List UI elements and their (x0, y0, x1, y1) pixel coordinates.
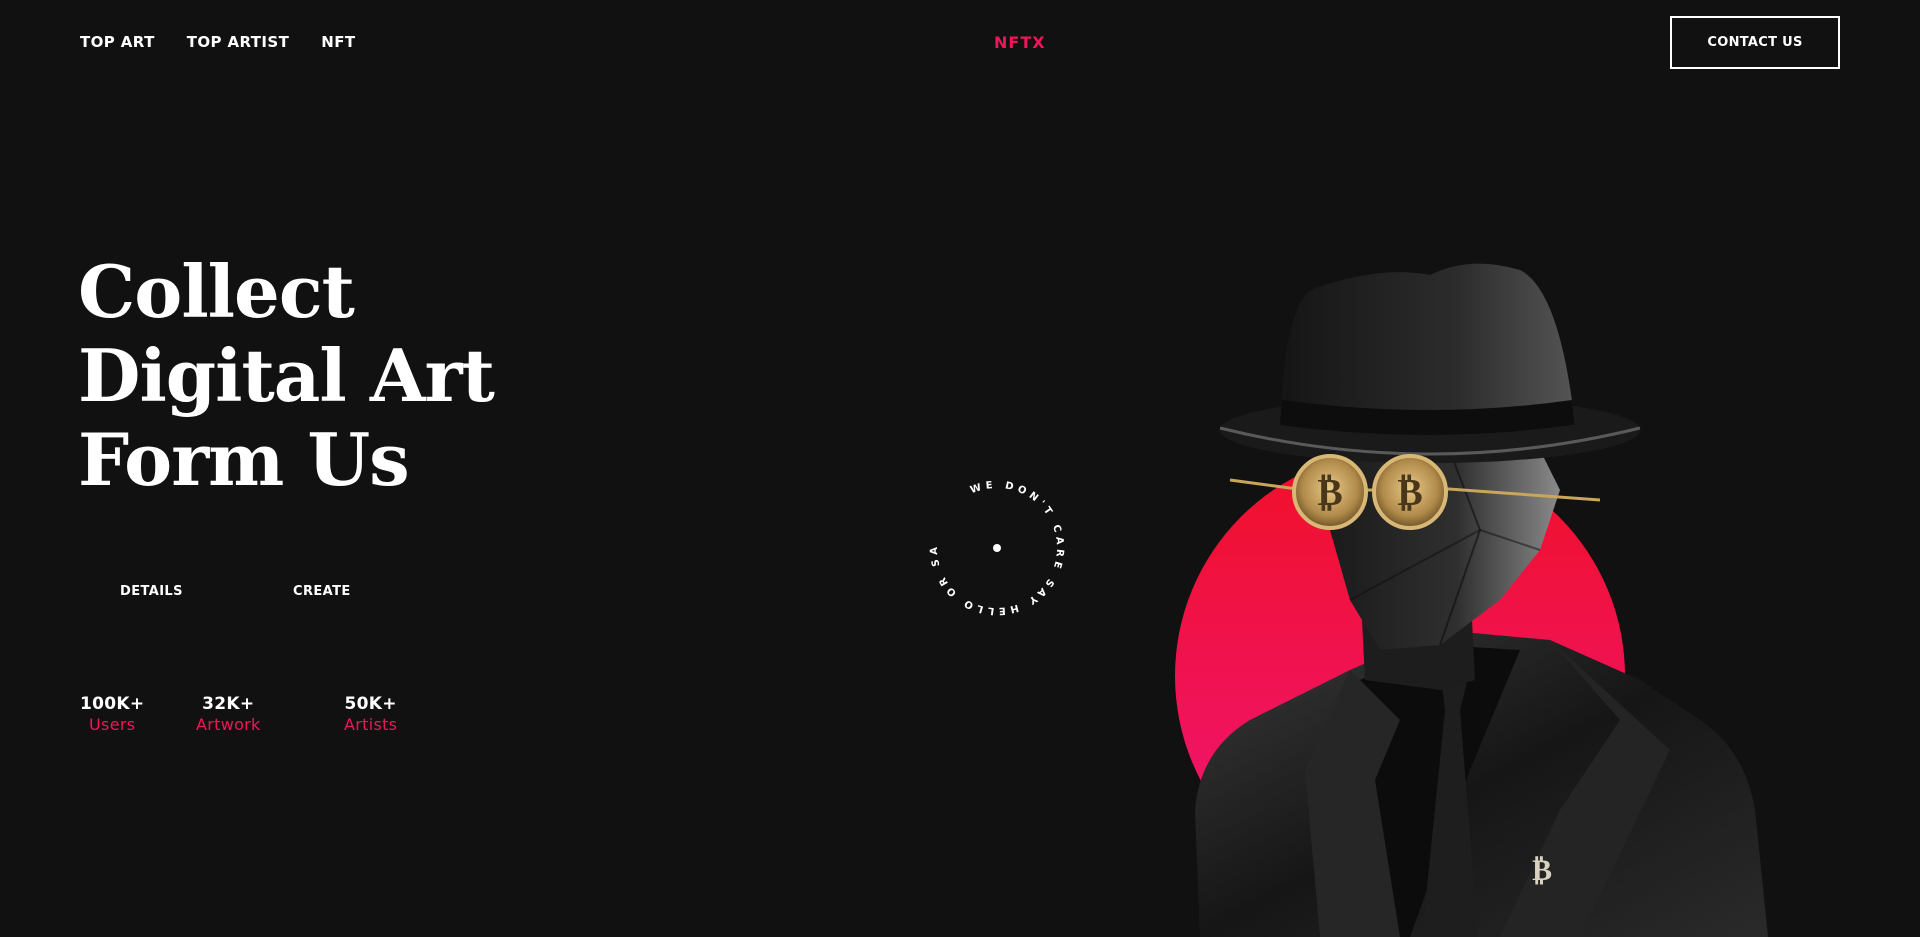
nav-link-top-artist[interactable]: TOP ARTIST (187, 33, 290, 51)
stat-artists: 50K+ Artists (344, 694, 397, 734)
svg-text:WE DON'T CARE SAY HELLO OR SAY: WE DON'T CARE SAY HELLO OR SAY HI (917, 468, 1065, 616)
stat-users: 100K+ Users (80, 694, 144, 734)
bitcoin-pin-icon: ₿ (1532, 853, 1552, 888)
stat-artists-label: Artists (344, 715, 398, 734)
bitcoin-icon: ₿ (1397, 469, 1422, 514)
stat-artwork: 32K+ Artwork (196, 694, 261, 734)
circular-text-badge[interactable]: WE DON'T CARE SAY HELLO OR SAY HI (917, 468, 1077, 628)
hero-title-line-3: Form Us (78, 417, 410, 502)
main-nav: TOP ART TOP ARTIST NFT (80, 33, 356, 51)
contact-us-button[interactable]: CONTACT US (1670, 16, 1840, 69)
landing-page: TOP ART TOP ARTIST NFT NFTX CONTACT US C… (0, 0, 1920, 937)
hero-title: Collect Digital Art Form Us (78, 249, 495, 502)
create-button[interactable]: CREATE (291, 580, 353, 603)
badge-center-dot (993, 544, 1001, 552)
brand-logo[interactable]: NFTX (994, 33, 1046, 52)
bitcoin-icon: ₿ (1317, 469, 1342, 514)
hero-title-line-1: Collect (78, 249, 355, 334)
badge-circular-text: WE DON'T CARE SAY HELLO OR SAY HI (917, 468, 1061, 616)
hero-title-line-2: Digital Art (78, 333, 495, 418)
stat-users-value: 100K+ (80, 694, 145, 714)
details-button[interactable]: DETAILS (118, 580, 185, 603)
stat-artwork-value: 32K+ (202, 694, 255, 714)
nav-link-top-art[interactable]: TOP ART (80, 33, 155, 51)
nft-figure-illustration: ₿ ₿ ₿ (1175, 263, 1768, 937)
nav-link-nft[interactable]: NFT (321, 33, 355, 51)
stat-artists-value: 50K+ (344, 694, 397, 714)
stat-artwork-label: Artwork (196, 715, 261, 734)
stat-users-label: Users (89, 715, 136, 734)
